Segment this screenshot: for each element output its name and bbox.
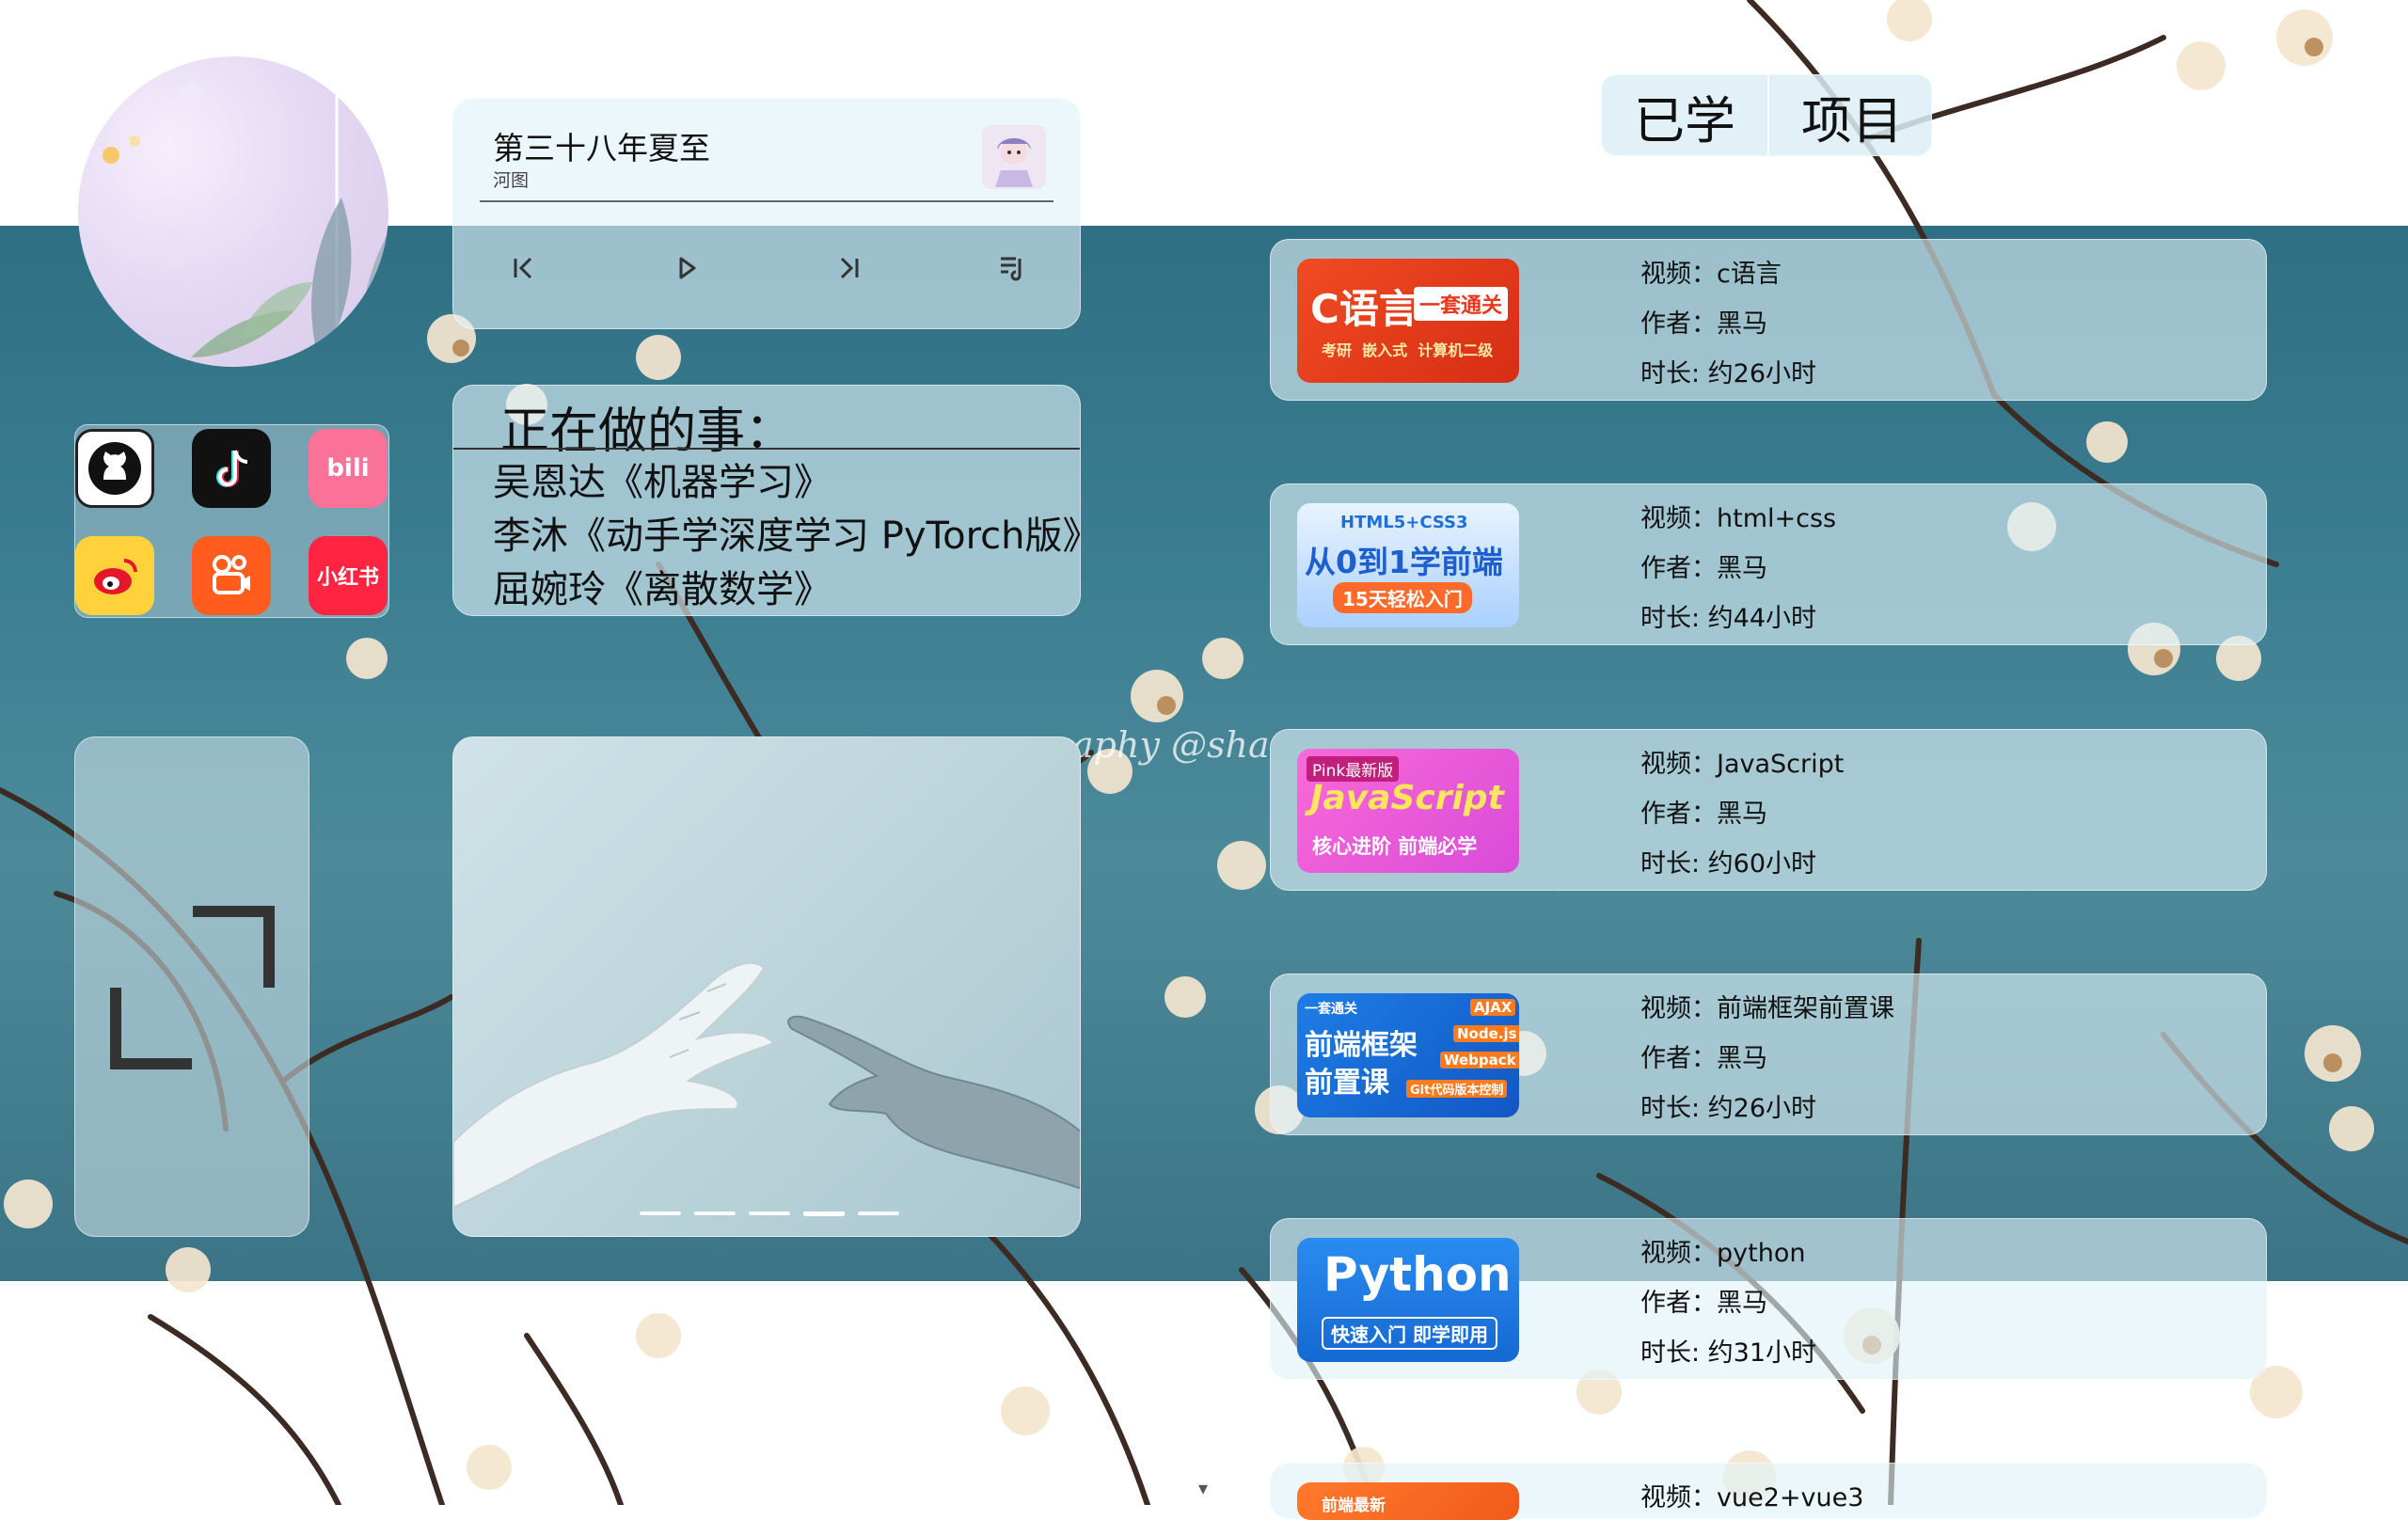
thumb-chip: AJAX xyxy=(1470,999,1516,1016)
player-divider xyxy=(480,200,1054,202)
carousel-dot[interactable] xyxy=(749,1211,790,1215)
course-duration: 时长: 约31小时 xyxy=(1640,1338,1817,1368)
course-video: 视频：python xyxy=(1640,1239,1806,1268)
weibo-icon[interactable] xyxy=(75,536,154,615)
course-video: 视频：JavaScript xyxy=(1640,750,1845,779)
avatar[interactable] xyxy=(78,56,388,367)
image-carousel[interactable] xyxy=(452,736,1081,1237)
photo-watermark: aphy @sha xyxy=(1072,724,1270,766)
carousel-slide-image xyxy=(453,961,1080,1210)
carousel-dot-active[interactable] xyxy=(803,1211,845,1216)
carousel-dot[interactable] xyxy=(640,1211,681,1215)
course-card[interactable]: 一套通关 前端框架 前置课 AJAX Node.js Webpack Git代码… xyxy=(1270,974,2267,1135)
thumb-sub-text: 考研 嵌入式 计算机二级 xyxy=(1322,341,1494,359)
course-thumbnail[interactable]: 前端最新 xyxy=(1297,1482,1519,1520)
course-thumbnail[interactable]: Pink最新版 JavaScript 核心进阶 前端必学 xyxy=(1297,749,1519,873)
thumb-main-text-2: 前置课 xyxy=(1305,1067,1389,1100)
thumb-tag: 一套通关 xyxy=(1414,287,1509,321)
expand-panel[interactable] xyxy=(74,736,309,1237)
course-duration: 时长: 约60小时 xyxy=(1640,849,1817,879)
course-author: 作者：黑马 xyxy=(1640,309,1767,339)
thumb-tag: 一套通关 xyxy=(1305,1002,1357,1017)
course-video: 视频：c语言 xyxy=(1640,260,1782,289)
course-video: 视频：html+css xyxy=(1640,504,1837,533)
course-card[interactable]: 前端最新 视频：vue2+vue3 xyxy=(1270,1463,2267,1520)
course-thumbnail[interactable]: Python 快速入门 即学即用 xyxy=(1297,1238,1519,1362)
scroll-down-icon[interactable]: ▾ xyxy=(1189,1474,1217,1502)
carousel-dot[interactable] xyxy=(858,1211,899,1215)
thumb-main-text: Python xyxy=(1323,1247,1512,1302)
todo-item: 李沐《动手学深度学习 PyTorch版》 xyxy=(493,515,1101,558)
thumb-tag: Pink最新版 xyxy=(1307,756,1400,782)
course-card[interactable]: HTML5+CSS3 从0到1学前端 15天轻松入门 视频：html+css 作… xyxy=(1270,483,2267,645)
course-video: 视频：前端框架前置课 xyxy=(1640,994,1894,1023)
course-author: 作者：黑马 xyxy=(1640,800,1767,829)
playlist-icon[interactable] xyxy=(995,251,1029,285)
course-author: 作者：黑马 xyxy=(1640,554,1767,583)
course-card[interactable]: C语言 一套通关 考研 嵌入式 计算机二级 视频：c语言 作者：黑马 时长: 约… xyxy=(1270,239,2267,401)
song-artist: 河图 xyxy=(493,170,530,191)
course-duration: 时长: 约26小时 xyxy=(1640,1094,1817,1123)
thumb-chip: Git代码版本控制 xyxy=(1406,1080,1508,1098)
tab-projects[interactable]: 项目 xyxy=(1769,75,1935,157)
thumb-main-text: 从0到1学前端 xyxy=(1305,544,1503,580)
course-video: 视频：vue2+vue3 xyxy=(1640,1483,1864,1512)
bilibili-icon[interactable]: bili xyxy=(309,429,388,508)
todo-panel: 正在做的事： 吴恩达《机器学习》 李沐《动手学深度学习 PyTorch版》 屈婉… xyxy=(452,385,1101,616)
thumb-chip: Node.js xyxy=(1453,1025,1519,1042)
todo-divider xyxy=(453,448,1080,450)
todo-item: 吴恩达《机器学习》 xyxy=(493,461,832,504)
thumb-main-text: JavaScript xyxy=(1310,779,1504,817)
social-links: bili 小红书 xyxy=(74,424,389,618)
course-author: 作者：黑马 xyxy=(1640,1044,1767,1073)
github-icon[interactable] xyxy=(75,429,154,508)
avatar-illustration xyxy=(103,56,388,367)
previous-track-icon[interactable] xyxy=(506,251,540,285)
fullscreen-icon[interactable] xyxy=(75,737,310,1238)
thumb-sub-text: 15天轻松入门 xyxy=(1333,582,1472,613)
tiktok-icon[interactable] xyxy=(192,429,271,508)
course-thumbnail[interactable]: 一套通关 前端框架 前置课 AJAX Node.js Webpack Git代码… xyxy=(1297,993,1519,1117)
thumb-tag: 前端最新 xyxy=(1322,1496,1386,1515)
play-icon[interactable] xyxy=(670,251,704,285)
section-tabs: 已学 项目 xyxy=(1601,74,1935,157)
course-duration: 时长: 约26小时 xyxy=(1640,359,1817,388)
carousel-dot[interactable] xyxy=(694,1211,736,1215)
course-card[interactable]: Pink最新版 JavaScript 核心进阶 前端必学 视频：JavaScri… xyxy=(1270,729,2267,891)
course-thumbnail[interactable]: HTML5+CSS3 从0到1学前端 15天轻松入门 xyxy=(1297,503,1519,627)
thumb-sub-text: 核心进阶 前端必学 xyxy=(1312,835,1478,858)
course-author: 作者：黑马 xyxy=(1640,1289,1767,1318)
next-track-icon[interactable] xyxy=(832,251,866,285)
course-card[interactable]: Python 快速入门 即学即用 视频：python 作者：黑马 时长: 约31… xyxy=(1270,1218,2267,1380)
song-title: 第三十八年夏至 xyxy=(493,130,710,166)
tab-learned[interactable]: 已学 xyxy=(1602,75,1767,157)
thumb-chip: Webpack xyxy=(1440,1052,1519,1069)
course-duration: 时长: 约44小时 xyxy=(1640,604,1817,633)
kuaishou-icon[interactable] xyxy=(192,536,271,615)
todo-item: 屈婉玲《离散数学》 xyxy=(493,568,832,611)
xiaohongshu-icon[interactable]: 小红书 xyxy=(309,536,388,615)
thumb-main-text: C语言 xyxy=(1310,286,1418,332)
thumb-sub-text: 快速入门 即学即用 xyxy=(1322,1317,1497,1350)
album-cover[interactable] xyxy=(982,125,1046,189)
music-player: 第三十八年夏至 河图 xyxy=(452,98,1081,329)
thumb-top-text: HTML5+CSS3 xyxy=(1340,513,1468,532)
course-thumbnail[interactable]: C语言 一套通关 考研 嵌入式 计算机二级 xyxy=(1297,259,1519,383)
thumb-main-text: 前端框架 xyxy=(1305,1029,1418,1062)
